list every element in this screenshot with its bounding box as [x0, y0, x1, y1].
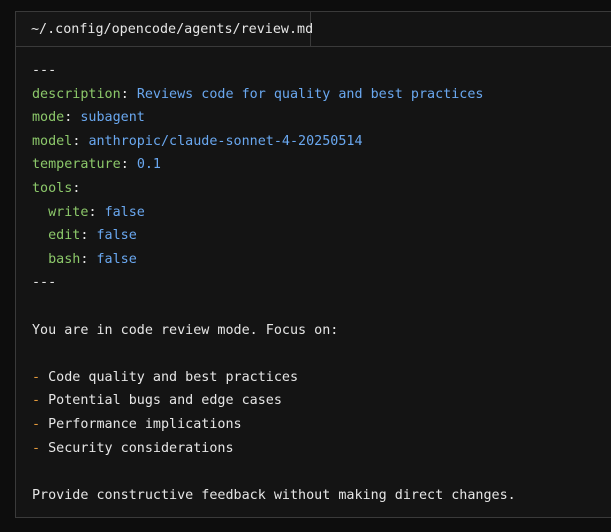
list-item-text: Security considerations — [48, 440, 234, 456]
temperature-value: 0.1 — [136, 157, 161, 173]
temperature-line: temperature: 0.1 — [32, 157, 161, 173]
code-content: --- description: Reviews code for qualit… — [16, 47, 611, 507]
list-bullet: - — [32, 369, 41, 385]
list-item: - Potential bugs and edge cases — [32, 389, 611, 413]
model-line: model: anthropic/claude-sonnet-4-2025051… — [32, 133, 363, 149]
file-tab[interactable]: ~/.config/opencode/agents/review.md — [16, 12, 314, 46]
intro-text: You are in code review mode. Focus on: — [32, 322, 339, 338]
mode-key: mode — [32, 110, 65, 126]
model-key: model — [32, 133, 73, 149]
frontmatter-open: --- — [32, 63, 57, 78]
mode-value: subagent — [80, 110, 145, 126]
list-item-text: Performance implications — [48, 416, 242, 432]
list-bullet: - — [32, 416, 41, 432]
description-line: description: Reviews code for quality an… — [32, 86, 484, 102]
list-item: - Code quality and best practices — [32, 366, 611, 390]
frontmatter-close: --- — [32, 275, 57, 291]
tool-write-key: write — [48, 204, 89, 220]
tool-write-value: false — [104, 204, 145, 220]
tool-bash-value: false — [96, 251, 137, 267]
model-value: anthropic/claude-sonnet-4-20250514 — [88, 133, 363, 149]
list-item: - Security considerations — [32, 437, 611, 461]
tool-edit-key: edit — [48, 228, 81, 244]
closing-text: Provide constructive feedback without ma… — [32, 487, 516, 503]
temperature-key: temperature — [32, 157, 121, 173]
list-item: - Performance implications — [32, 413, 611, 437]
tools-line: tools: — [32, 180, 81, 196]
tab-bar: ~/.config/opencode/agents/review.md — [16, 12, 611, 47]
tool-bash-key: bash — [48, 251, 81, 267]
list-item-text: Potential bugs and edge cases — [48, 393, 282, 409]
tools-key: tools — [32, 180, 73, 196]
file-tab-label: ~/.config/opencode/agents/review.md — [31, 21, 314, 37]
tools-edit-line: edit: false — [48, 228, 137, 244]
description-key: description — [32, 86, 121, 102]
tools-write-line: write: false — [48, 204, 145, 220]
mode-line: mode: subagent — [32, 110, 145, 126]
list-item-text: Code quality and best practices — [48, 369, 299, 385]
code-window: ~/.config/opencode/agents/review.md --- … — [15, 11, 611, 518]
tools-bash-line: bash: false — [48, 251, 137, 267]
description-value: Reviews code for quality and best practi… — [136, 86, 484, 102]
list-bullet: - — [32, 393, 41, 409]
tool-edit-value: false — [96, 228, 137, 244]
list-bullet: - — [32, 440, 41, 456]
